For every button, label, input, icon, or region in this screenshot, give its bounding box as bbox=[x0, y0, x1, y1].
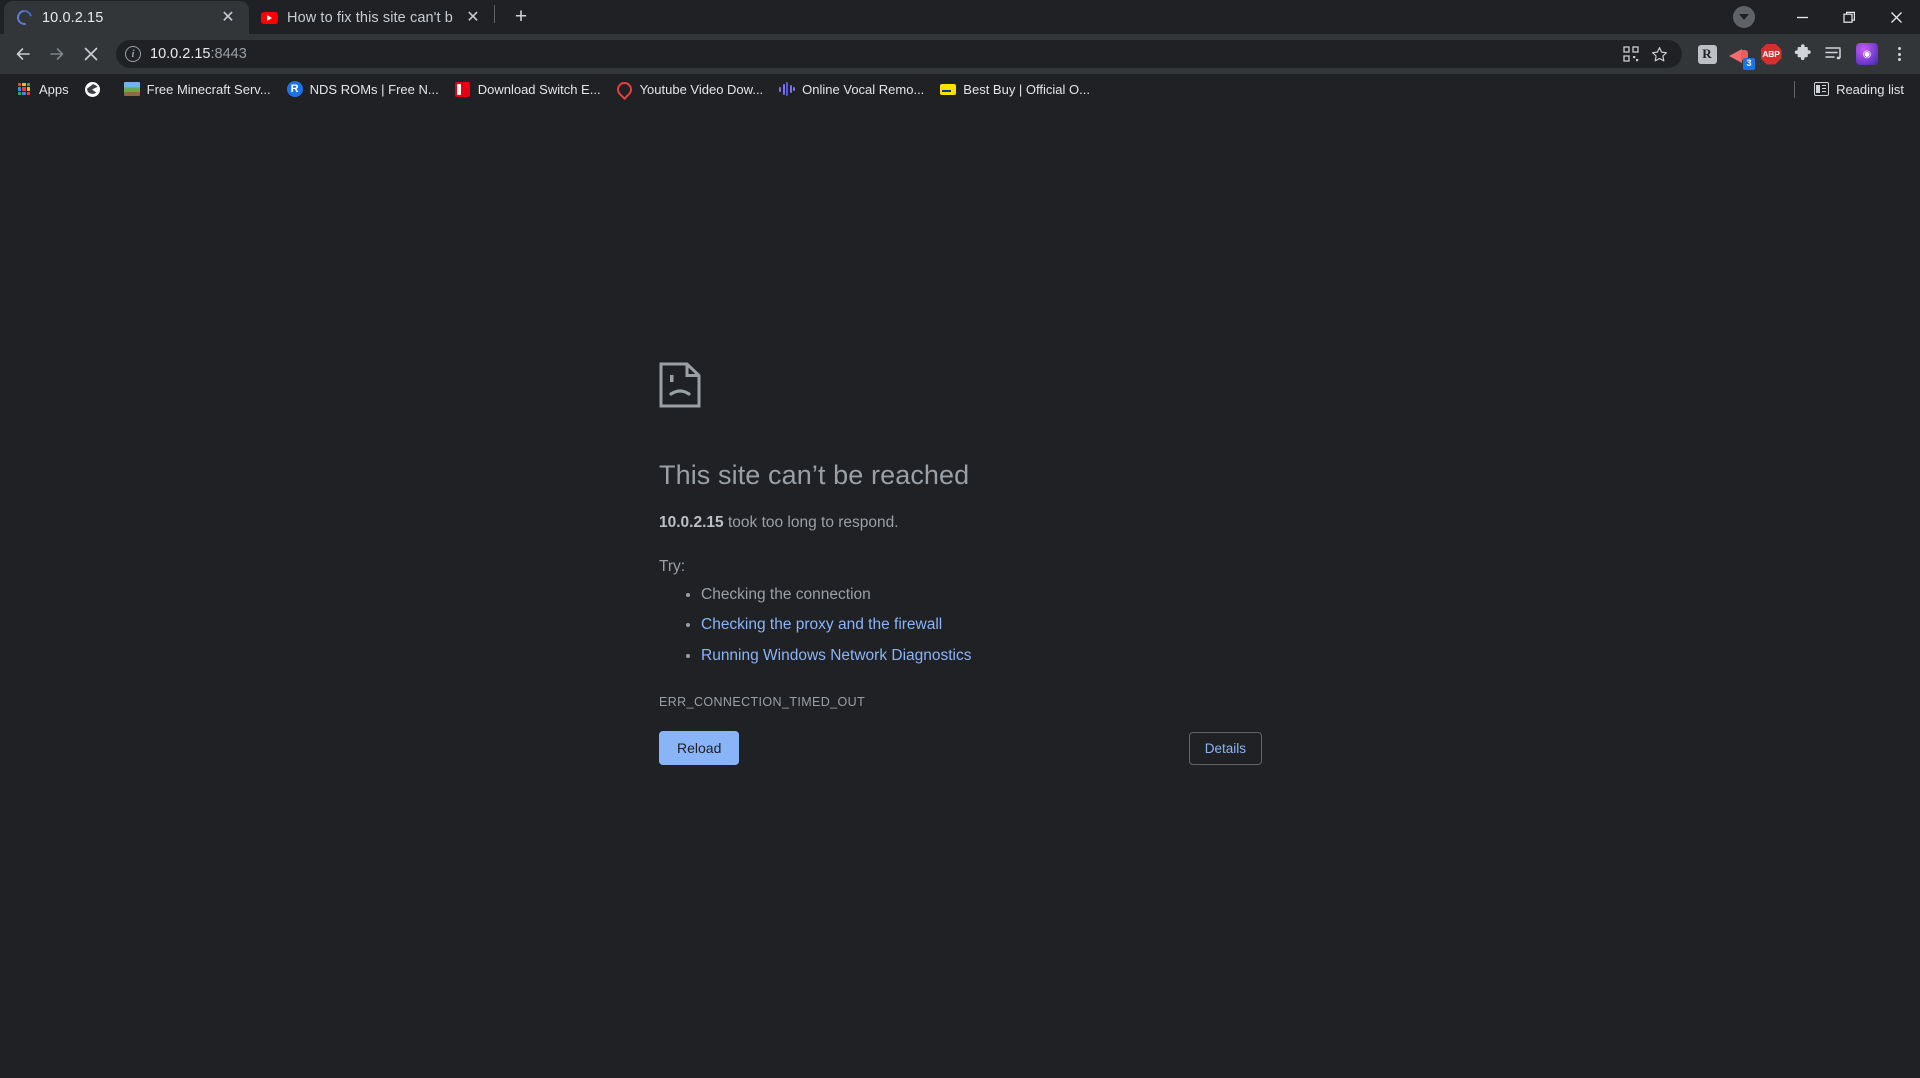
error-code: ERR_CONNECTION_TIMED_OUT bbox=[659, 695, 866, 710]
bookmark-label: Free Minecraft Serv... bbox=[146, 81, 271, 97]
suggestion-link-network-diagnostics[interactable]: Running Windows Network Diagnostics bbox=[701, 647, 972, 664]
bookmarks-bar-right: Reading list bbox=[1794, 78, 1912, 100]
address-bar[interactable]: i 10.0.2.15:8443 bbox=[116, 40, 1682, 68]
apps-grid-icon bbox=[16, 81, 32, 97]
tab-title: How to fix this site can't be reach bbox=[287, 9, 453, 26]
reload-button[interactable]: Reload bbox=[659, 731, 740, 765]
list-item: Checking the connection bbox=[701, 584, 1299, 606]
maximize-restore-button[interactable] bbox=[1826, 0, 1873, 34]
profile-avatar-icon[interactable]: ◉ bbox=[1854, 41, 1880, 67]
tab-0[interactable]: 10.0.2.15 ✕ bbox=[4, 1, 249, 34]
puzzle-extensions-icon[interactable] bbox=[1790, 41, 1816, 67]
stop-loading-button[interactable] bbox=[74, 37, 108, 71]
bookmark-label: NDS ROMs | Free N... bbox=[309, 81, 439, 97]
sad-document-icon bbox=[659, 362, 701, 408]
url-host: 10.0.2.15 bbox=[150, 46, 211, 62]
bookmark-download-switch[interactable]: Download Switch E... bbox=[447, 78, 609, 100]
list-item: Running Windows Network Diagnostics bbox=[701, 645, 1299, 667]
adblock-plus-icon[interactable]: ABP bbox=[1758, 41, 1784, 67]
bookmark-label: Best Buy | Official O... bbox=[963, 81, 1090, 97]
try-label: Try: bbox=[659, 558, 686, 575]
tab-close-button[interactable]: ✕ bbox=[217, 7, 239, 29]
page-title: This site can’t be reached bbox=[659, 460, 970, 490]
globe-icon bbox=[85, 81, 101, 97]
reading-list-button[interactable]: Reading list bbox=[1805, 78, 1912, 100]
minimize-button[interactable] bbox=[1779, 0, 1826, 34]
reading-list-label: Reading list bbox=[1836, 81, 1904, 97]
extensions-area: R 3 ABP ◉ bbox=[1688, 41, 1912, 70]
r-circle-icon: R bbox=[286, 81, 303, 97]
suggestion-list: Checking the connection Checking the pro… bbox=[685, 584, 1299, 667]
bookmark-label: Online Vocal Remo... bbox=[802, 81, 925, 97]
bookmark-label: Download Switch E... bbox=[477, 81, 601, 97]
waveform-icon bbox=[779, 81, 796, 97]
window-controls bbox=[1733, 0, 1920, 34]
bookmarks-bar: Apps Free Minecraft Serv... R NDS ROMs |… bbox=[0, 74, 1920, 104]
list-item: Checking the proxy and the firewall bbox=[701, 614, 1299, 636]
youtube-icon bbox=[261, 9, 278, 26]
bookmark-youtube-video-downloader[interactable]: Youtube Video Dow... bbox=[609, 78, 772, 100]
r-extension-icon[interactable]: R bbox=[1694, 41, 1720, 67]
chrome-menu-button[interactable] bbox=[1886, 41, 1912, 67]
error-subtitle: 10.0.2.15 took too long to respond. bbox=[659, 514, 1299, 532]
qr-code-icon[interactable] bbox=[1618, 41, 1644, 67]
bookmark-label: Youtube Video Dow... bbox=[639, 81, 764, 97]
bookmark-label: Apps bbox=[39, 81, 69, 97]
tab-separator bbox=[494, 4, 495, 23]
browser-window: 10.0.2.15 ✕ How to fix this site can't b… bbox=[0, 0, 1920, 1078]
bookmark-apps[interactable]: Apps bbox=[8, 78, 77, 100]
music-playlist-icon[interactable] bbox=[1822, 41, 1848, 67]
new-tab-button[interactable]: + bbox=[505, 1, 537, 33]
suggestion-text: Checking the connection bbox=[701, 586, 871, 603]
tab-strip: 10.0.2.15 ✕ How to fix this site can't b… bbox=[0, 0, 1920, 34]
url-port: :8443 bbox=[210, 46, 247, 62]
back-button[interactable] bbox=[6, 37, 40, 71]
bestbuy-tag-icon bbox=[940, 81, 957, 97]
bookmark-nds-roms[interactable]: R NDS ROMs | Free N... bbox=[279, 78, 447, 100]
bookmark-globe[interactable] bbox=[77, 78, 116, 100]
bookmark-online-vocal-remover[interactable]: Online Vocal Remo... bbox=[771, 78, 932, 100]
location-pin-icon bbox=[613, 78, 636, 100]
bookmark-free-minecraft-servers[interactable]: Free Minecraft Serv... bbox=[116, 78, 279, 100]
loading-spinner-icon bbox=[14, 7, 35, 28]
error-subtitle-suffix: took too long to respond. bbox=[723, 514, 899, 531]
megaphone-extension-icon[interactable]: 3 bbox=[1726, 41, 1755, 70]
site-info-icon[interactable]: i bbox=[125, 46, 141, 62]
reading-list-icon bbox=[1813, 81, 1829, 97]
bookmark-best-buy[interactable]: Best Buy | Official O... bbox=[932, 78, 1098, 100]
suggestion-link-proxy-firewall[interactable]: Checking the proxy and the firewall bbox=[701, 616, 942, 633]
switch-icon bbox=[455, 81, 471, 97]
details-button[interactable]: Details bbox=[1188, 732, 1262, 765]
error-host: 10.0.2.15 bbox=[659, 514, 724, 531]
error-button-row: Reload Details bbox=[659, 731, 1262, 765]
omnibox-actions bbox=[1618, 41, 1672, 67]
tab-1[interactable]: How to fix this site can't be reach ✕ bbox=[249, 1, 494, 34]
browser-toolbar: i 10.0.2.15:8443 R 3 ABP ◉ bbox=[0, 34, 1920, 74]
tab-close-button[interactable]: ✕ bbox=[462, 7, 484, 29]
error-container: This site can’t be reached 10.0.2.15 too… bbox=[659, 362, 1299, 709]
divider bbox=[1794, 80, 1796, 98]
download-chevron-icon[interactable] bbox=[1733, 6, 1755, 28]
bookmark-star-icon[interactable] bbox=[1646, 41, 1672, 67]
page-content: This site can’t be reached 10.0.2.15 too… bbox=[0, 104, 1920, 1078]
minecraft-icon bbox=[123, 81, 140, 97]
forward-button[interactable] bbox=[40, 37, 74, 71]
close-button[interactable] bbox=[1873, 0, 1920, 34]
extension-badge-count: 3 bbox=[1743, 58, 1755, 70]
tab-title: 10.0.2.15 bbox=[42, 9, 104, 26]
address-bar-text: 10.0.2.15:8443 bbox=[150, 46, 247, 62]
